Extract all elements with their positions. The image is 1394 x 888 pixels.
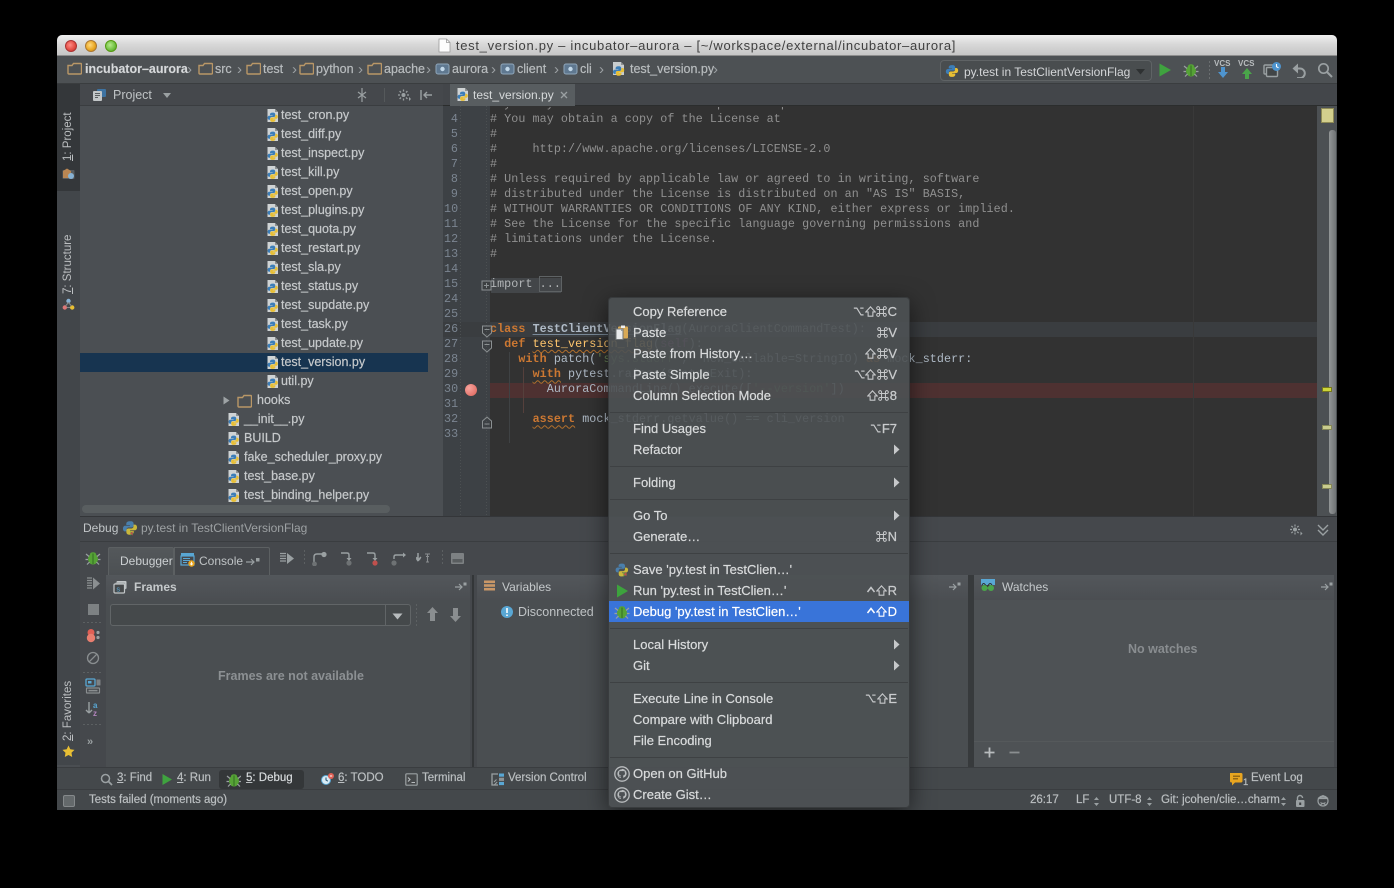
svg-text:s: s [116, 587, 121, 595]
svg-text:z: z [93, 709, 97, 717]
